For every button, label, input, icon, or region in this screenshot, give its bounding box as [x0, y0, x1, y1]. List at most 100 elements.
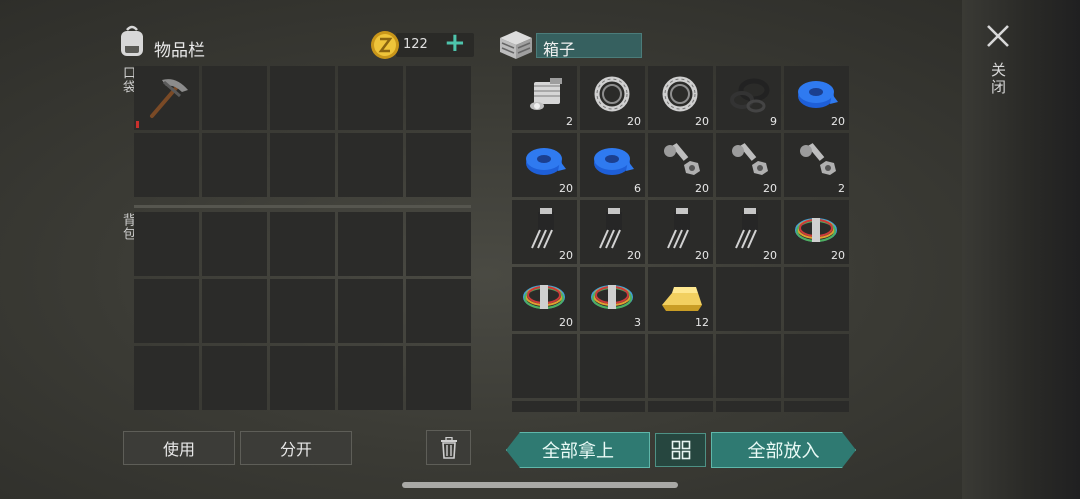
rubber-seal-icon [730, 78, 770, 113]
item-quantity: 20 [831, 115, 845, 128]
container-slot-gold-bar[interactable]: 12 [648, 267, 713, 331]
wire-coil-icon [795, 218, 837, 242]
backpack-slot-empty[interactable] [270, 346, 335, 410]
container-slot-empty[interactable] [784, 267, 849, 331]
container-slot-empty[interactable] [648, 401, 713, 412]
pocket-slot-empty[interactable] [270, 66, 335, 130]
container-slot-transistor[interactable]: 20 [512, 200, 577, 264]
use-button[interactable]: 使用 [123, 431, 235, 465]
container-name-field[interactable]: 箱子 [536, 33, 642, 59]
pocket-slot-empty[interactable] [338, 133, 403, 197]
item-quantity: 20 [695, 249, 709, 262]
durability-indicator [136, 121, 139, 128]
sort-button[interactable] [655, 433, 706, 467]
add-coins-button[interactable]: + [444, 30, 466, 56]
backpack-slot-empty[interactable] [338, 212, 403, 276]
container-slot-empty[interactable] [784, 401, 849, 412]
container-slot-transistor[interactable]: 20 [580, 200, 645, 264]
gold-bar-icon [662, 287, 702, 311]
item-quantity: 20 [559, 182, 573, 195]
backpack-slot-empty[interactable] [406, 346, 471, 410]
wire-coil-icon [591, 285, 633, 309]
inventory-divider [134, 205, 471, 208]
blue-tape-icon [798, 81, 838, 108]
container-slot-empty[interactable] [512, 401, 577, 412]
pocket-slot-empty[interactable] [338, 66, 403, 130]
pocket-grid [134, 66, 471, 197]
item-quantity: 12 [695, 316, 709, 329]
container-slot-empty[interactable] [580, 334, 645, 398]
container-slot-bolt-nut[interactable]: 20 [716, 133, 781, 197]
container-slot-blue-tape[interactable]: 20 [784, 66, 849, 130]
backpack-slot-empty[interactable] [270, 279, 335, 343]
container-slot-bolt-nut[interactable]: 20 [648, 133, 713, 197]
backpack-slot-empty[interactable] [134, 279, 199, 343]
take-all-button[interactable]: 全部拿上 [506, 432, 650, 468]
item-quantity: 20 [695, 115, 709, 128]
container-slot-wire-coil[interactable]: 3 [580, 267, 645, 331]
pocket-slot-pickaxe[interactable] [134, 66, 199, 130]
trash-icon [440, 436, 457, 459]
transistor-icon [531, 208, 554, 249]
close-icon[interactable] [984, 22, 1012, 50]
box-icon [500, 31, 532, 59]
put-all-button[interactable]: 全部放入 [711, 432, 856, 468]
ball-bearing-icon [594, 76, 630, 112]
container-slot-wire-coil[interactable]: 20 [512, 267, 577, 331]
container-slot-empty[interactable] [580, 401, 645, 412]
inventory-title: 物品栏 [154, 41, 205, 61]
container-slot-blue-tape[interactable]: 20 [512, 133, 577, 197]
container-slot-wire-coil[interactable]: 20 [784, 200, 849, 264]
container-slot-empty[interactable] [648, 334, 713, 398]
pocket-slot-empty[interactable] [406, 133, 471, 197]
split-button[interactable]: 分开 [240, 431, 352, 465]
container-grid: 2 20 20 9 20 20 6 20 20 2 20 20 20 20 20 20 3 12 [512, 66, 849, 412]
transistor-icon [599, 208, 622, 249]
container-slot-empty[interactable] [784, 334, 849, 398]
wire-coil-icon [523, 285, 565, 309]
item-quantity: 20 [695, 182, 709, 195]
item-quantity: 20 [627, 115, 641, 128]
pocket-slot-empty[interactable] [202, 66, 267, 130]
backpack-grid [134, 212, 471, 410]
right-side-panel [962, 0, 1080, 499]
backpack-slot-empty[interactable] [202, 346, 267, 410]
backpack-slot-empty[interactable] [338, 346, 403, 410]
container-slot-blue-tape[interactable]: 6 [580, 133, 645, 197]
container-slot-empty[interactable] [512, 334, 577, 398]
item-quantity: 20 [559, 316, 573, 329]
pocket-slot-empty[interactable] [202, 133, 267, 197]
trash-button[interactable] [426, 430, 471, 465]
backpack-slot-empty[interactable] [134, 346, 199, 410]
backpack-slot-empty[interactable] [406, 279, 471, 343]
item-quantity: 3 [634, 316, 641, 329]
backpack-slot-empty[interactable] [202, 212, 267, 276]
ball-bearing-icon [662, 76, 698, 112]
container-slot-ball-bearing[interactable]: 20 [648, 66, 713, 130]
backpack-slot-empty[interactable] [270, 212, 335, 276]
container-slot-engine-block[interactable]: 2 [512, 66, 577, 130]
backpack-slot-empty[interactable] [338, 279, 403, 343]
pocket-slot-empty[interactable] [406, 66, 471, 130]
item-quantity: 20 [559, 249, 573, 262]
close-label[interactable]: 关闭 [988, 62, 1009, 96]
container-slot-bolt-nut[interactable]: 2 [784, 133, 849, 197]
container-slot-empty[interactable] [716, 334, 781, 398]
container-slot-rubber-seal[interactable]: 9 [716, 66, 781, 130]
item-quantity: 20 [627, 249, 641, 262]
blue-tape-icon [594, 148, 634, 175]
backpack-slot-empty[interactable] [134, 212, 199, 276]
pickaxe-icon [150, 79, 188, 118]
container-slot-transistor[interactable]: 20 [716, 200, 781, 264]
backpack-slot-empty[interactable] [202, 279, 267, 343]
item-quantity: 9 [770, 115, 777, 128]
container-slot-transistor[interactable]: 20 [648, 200, 713, 264]
pocket-slot-empty[interactable] [270, 133, 335, 197]
engine-block-icon [530, 78, 562, 110]
pocket-slot-empty[interactable] [134, 133, 199, 197]
container-slot-ball-bearing[interactable]: 20 [580, 66, 645, 130]
container-slot-empty[interactable] [716, 267, 781, 331]
blue-tape-icon [526, 148, 566, 175]
container-slot-empty[interactable] [716, 401, 781, 412]
backpack-slot-empty[interactable] [406, 212, 471, 276]
